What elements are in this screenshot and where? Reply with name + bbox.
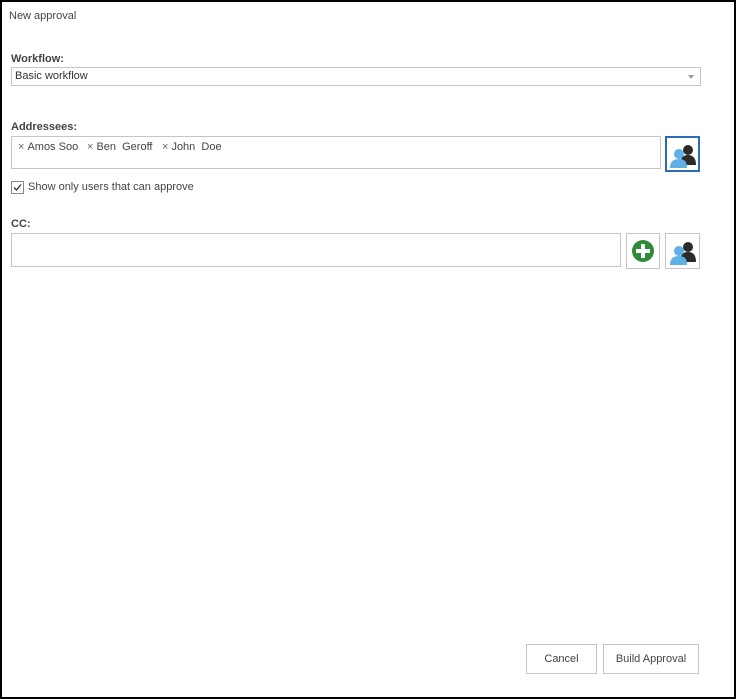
chevron-down-icon bbox=[688, 75, 694, 79]
approve-filter-label: Show only users that can approve bbox=[28, 181, 194, 193]
addressees-field[interactable]: × Amos Soo × Ben Geroff × John Doe bbox=[11, 136, 661, 169]
checkmark-icon bbox=[13, 184, 22, 191]
workflow-select[interactable]: Basic workflow bbox=[11, 67, 701, 86]
addressee-name: John Doe bbox=[171, 141, 222, 153]
addressees-people-picker-button[interactable] bbox=[665, 136, 700, 172]
workflow-selected-value: Basic workflow bbox=[15, 70, 88, 82]
cc-add-button[interactable] bbox=[626, 233, 660, 269]
addressees-label: Addressees: bbox=[11, 121, 78, 133]
add-circle-icon bbox=[632, 240, 654, 262]
addressee-tag: × John Doe bbox=[162, 141, 222, 153]
new-approval-dialog: New approval Workflow: Basic workflow Ad… bbox=[0, 0, 736, 699]
addressee-tag: × Amos Soo bbox=[18, 141, 78, 153]
cc-field[interactable] bbox=[11, 233, 621, 267]
remove-x-icon[interactable]: × bbox=[162, 141, 168, 153]
build-approval-button[interactable]: Build Approval bbox=[603, 644, 699, 674]
people-picker-icon bbox=[670, 242, 696, 265]
approve-filter-checkbox[interactable] bbox=[11, 181, 24, 194]
remove-x-icon[interactable]: × bbox=[87, 141, 93, 153]
cc-label: CC: bbox=[11, 218, 31, 230]
workflow-label: Workflow: bbox=[11, 53, 64, 65]
cc-people-picker-button[interactable] bbox=[665, 233, 700, 269]
remove-x-icon[interactable]: × bbox=[18, 141, 24, 153]
addressee-name: Amos Soo bbox=[27, 141, 79, 153]
addressee-name: Ben Geroff bbox=[96, 141, 153, 153]
cancel-button[interactable]: Cancel bbox=[526, 644, 597, 674]
people-picker-icon bbox=[670, 145, 696, 168]
addressee-tag: × Ben Geroff bbox=[87, 141, 153, 153]
dialog-title: New approval bbox=[9, 10, 77, 22]
